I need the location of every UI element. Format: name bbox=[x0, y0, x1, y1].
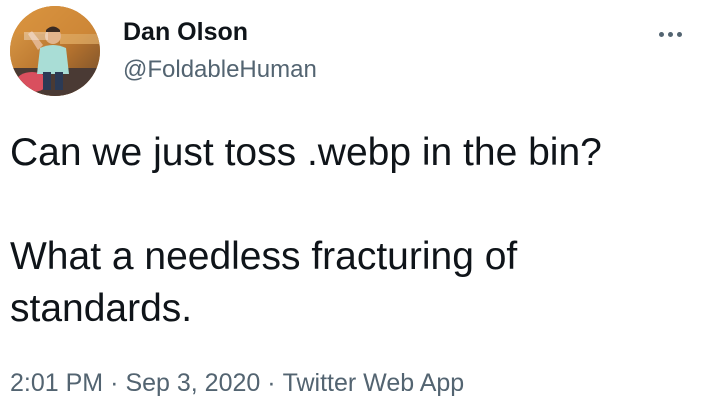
separator-dot: · bbox=[110, 369, 119, 397]
display-name[interactable]: Dan Olson bbox=[123, 16, 248, 48]
more-horizontal-icon bbox=[657, 31, 684, 37]
avatar[interactable] bbox=[10, 6, 100, 96]
timestamp-date[interactable]: Sep 3, 2020 bbox=[125, 366, 260, 400]
username-handle[interactable]: @FoldableHuman bbox=[123, 54, 317, 86]
timestamp-time[interactable]: 2:01 PM bbox=[10, 366, 103, 400]
tweet-text: Can we just toss .webp in the bin? What … bbox=[10, 131, 602, 330]
avatar-image bbox=[10, 6, 100, 96]
more-options-button[interactable] bbox=[646, 14, 694, 54]
tweet: Dan Olson @FoldableHuman Can we just tos… bbox=[0, 0, 703, 413]
tweet-source[interactable]: Twitter Web App bbox=[283, 366, 465, 400]
separator-dot: · bbox=[267, 369, 276, 397]
tweet-metadata: 2:01 PM · Sep 3, 2020 · Twitter Web App bbox=[10, 366, 464, 400]
